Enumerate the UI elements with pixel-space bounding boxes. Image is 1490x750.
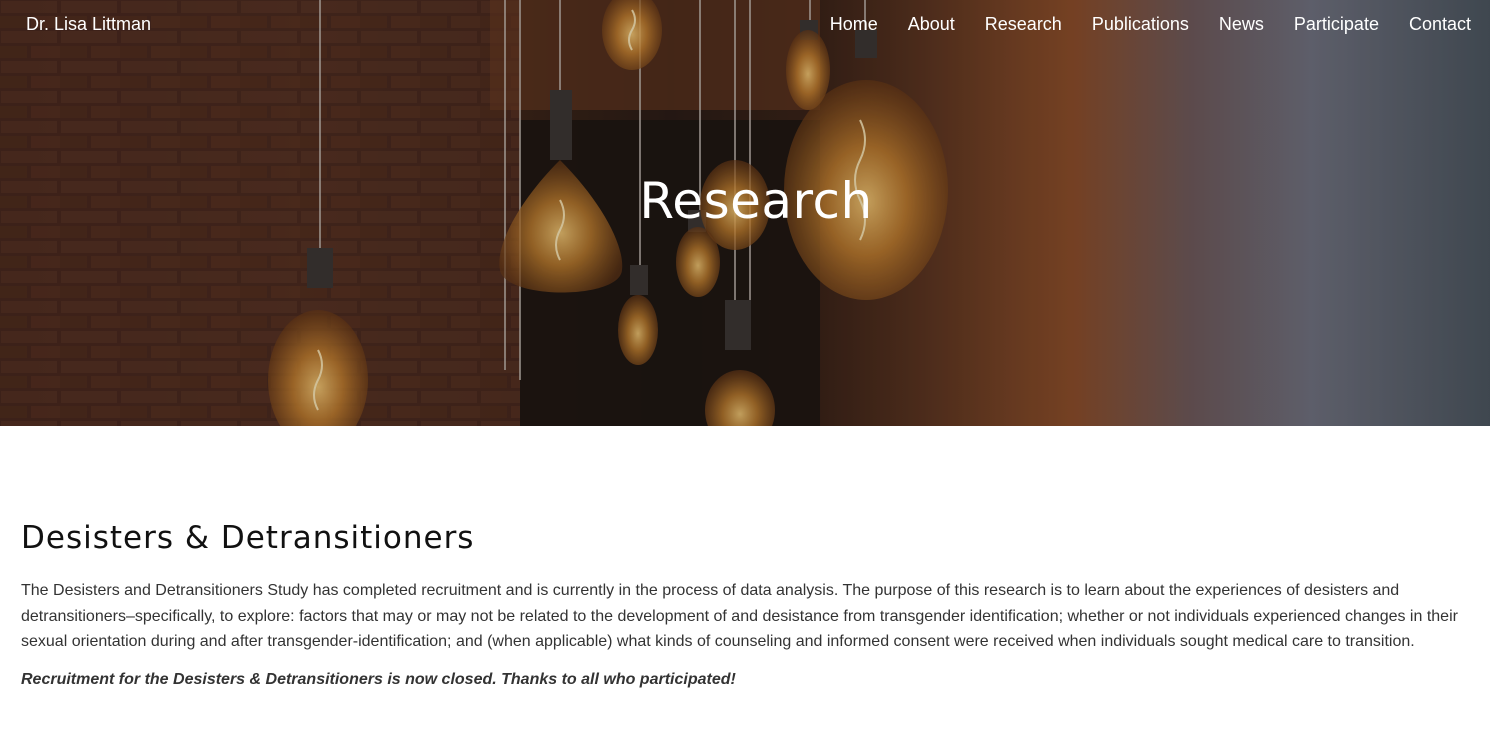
nav-item-home[interactable]: Home <box>830 14 878 35</box>
nav-item-contact[interactable]: Contact <box>1409 14 1471 35</box>
page-title: Research <box>639 172 873 230</box>
nav-item-research[interactable]: Research <box>985 14 1062 35</box>
nav-item-publications[interactable]: Publications <box>1092 14 1189 35</box>
site-title[interactable]: Dr. Lisa Littman <box>26 14 151 35</box>
section-body: The Desisters and Detransitioners Study … <box>21 582 1458 650</box>
main-nav: Home About Research Publications News Pa… <box>830 14 1471 35</box>
nav-item-news[interactable]: News <box>1219 14 1264 35</box>
main-content: Desisters & Detransitioners The Desister… <box>21 520 1471 689</box>
section-heading: Desisters & Detransitioners <box>21 520 475 556</box>
hero-banner: Dr. Lisa Littman Home About Research Pub… <box>0 0 1490 426</box>
nav-item-participate[interactable]: Participate <box>1294 14 1379 35</box>
nav-item-about[interactable]: About <box>908 14 955 35</box>
recruitment-notice: Recruitment for the Desisters & Detransi… <box>21 670 736 688</box>
